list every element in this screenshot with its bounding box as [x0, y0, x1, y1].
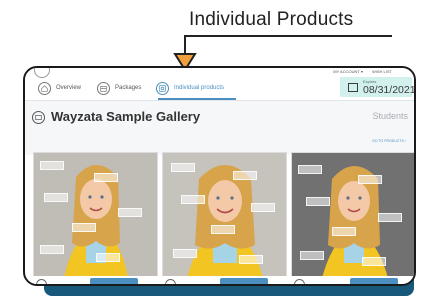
- device-frame: MY ACCOUNT ▾ WISH LIST Overview Packages…: [23, 66, 416, 286]
- tab-individual-products[interactable]: Individual products: [156, 80, 224, 96]
- home-icon: [38, 81, 51, 95]
- gallery-subtitle: Students: [372, 111, 408, 121]
- wish-list-link[interactable]: WISH LIST: [372, 69, 392, 74]
- photo-card-1[interactable]: [33, 152, 158, 279]
- tab-individual-products-label: Individual products: [174, 85, 225, 91]
- active-tab-underline: [158, 98, 236, 100]
- photo-card-2[interactable]: [162, 152, 287, 279]
- package-icon: [97, 81, 110, 95]
- favorite-icon[interactable]: [36, 279, 47, 284]
- go-to-products-link[interactable]: GO TO PRODUCTS ›: [372, 139, 406, 143]
- gallery-title: Wayzata Sample Gallery: [51, 109, 201, 124]
- account-links: MY ACCOUNT ▾ WISH LIST: [325, 69, 392, 74]
- top-bar: MY ACCOUNT ▾ WISH LIST Overview Packages…: [25, 68, 414, 101]
- gallery-icon: [32, 111, 45, 124]
- callout-title: Individual Products: [189, 9, 354, 30]
- add-to-cart-button-1[interactable]: [90, 278, 138, 284]
- tab-overview-label: Overview: [56, 85, 82, 91]
- tab-overview[interactable]: Overview: [38, 80, 81, 96]
- favorite-icon[interactable]: [165, 279, 176, 284]
- photo-card-3[interactable]: [291, 152, 414, 279]
- add-to-cart-button-3[interactable]: [350, 278, 398, 284]
- my-account-link[interactable]: MY ACCOUNT ▾: [333, 69, 363, 74]
- calendar-icon: [348, 83, 358, 92]
- favorite-icon[interactable]: [294, 279, 305, 284]
- add-to-cart-button-2[interactable]: [220, 278, 268, 284]
- expires-date: 08/31/2021: [363, 84, 416, 96]
- expires-badge: Expires 08/31/2021: [340, 77, 414, 97]
- tab-packages-label: Packages: [115, 85, 142, 91]
- gallery-header: Wayzata Sample Gallery Students GO TO PR…: [25, 101, 414, 155]
- tab-packages[interactable]: Packages: [97, 80, 141, 96]
- products-icon: [156, 81, 169, 95]
- logo-icon: [34, 68, 50, 78]
- callout-line: [184, 35, 392, 37]
